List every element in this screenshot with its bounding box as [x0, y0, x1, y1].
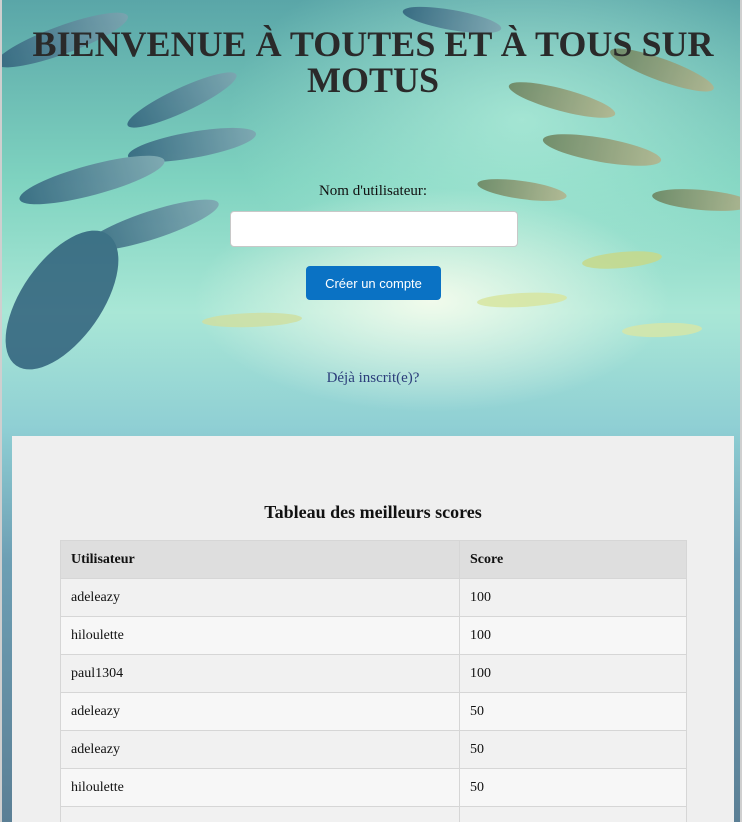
- row-user: [60, 806, 460, 822]
- table-row: paul1304 100: [60, 654, 687, 693]
- row-user: hiloulette: [60, 616, 460, 655]
- leaderboard-table: Utilisateur Score adeleazy 100 hiloulett…: [60, 540, 687, 822]
- table-row: adeleazy 50: [60, 730, 687, 769]
- row-user: adeleazy: [60, 692, 460, 731]
- column-header-score: Score: [459, 540, 687, 579]
- table-header-row: Utilisateur Score: [60, 540, 687, 579]
- username-label: Nom d'utilisateur:: [318, 183, 428, 199]
- row-score: 100: [459, 654, 687, 693]
- row-score: 50: [459, 768, 687, 807]
- leaderboard-title: Tableau des meilleurs scores: [264, 502, 482, 522]
- row-user: paul1304: [60, 654, 460, 693]
- row-score: 50: [459, 730, 687, 769]
- create-account-button[interactable]: Créer un compte: [306, 266, 441, 300]
- signup-form: Nom d'utilisateur: Créer un compte Déjà …: [2, 0, 740, 420]
- row-user: hiloulette: [60, 768, 460, 807]
- page: BIENVENUE À TOUTES ET À TOUS SUR MOTUS N…: [0, 0, 742, 822]
- row-user: adeleazy: [60, 730, 460, 769]
- row-score: 100: [459, 578, 687, 617]
- row-score: 50: [459, 692, 687, 731]
- username-input[interactable]: [230, 211, 518, 247]
- column-header-user: Utilisateur: [60, 540, 460, 579]
- row-user: adeleazy: [60, 578, 460, 617]
- table-row: [60, 806, 687, 822]
- table-row: hiloulette 50: [60, 768, 687, 807]
- table-row: hiloulette 100: [60, 616, 687, 655]
- leaderboard-panel: Tableau des meilleurs scores Utilisateur…: [12, 436, 734, 822]
- table-row: adeleazy 50: [60, 692, 687, 731]
- already-registered-link[interactable]: Déjà inscrit(e)?: [2, 370, 740, 387]
- table-row: adeleazy 100: [60, 578, 687, 617]
- row-score: 100: [459, 616, 687, 655]
- row-score: [459, 806, 687, 822]
